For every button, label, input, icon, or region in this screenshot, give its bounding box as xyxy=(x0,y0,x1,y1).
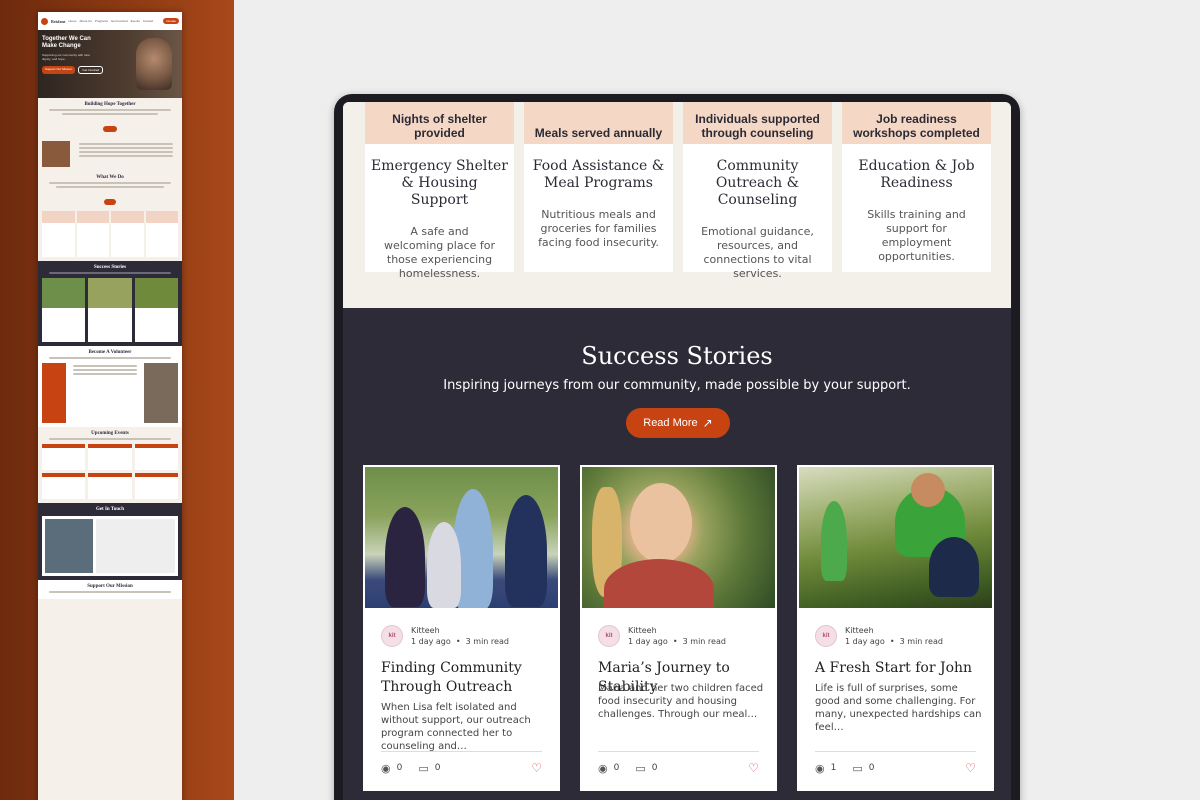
story-excerpt: When Lisa felt isolated and without supp… xyxy=(381,702,531,752)
view-count: 0 xyxy=(613,763,620,773)
thumb-section-title: Upcoming Events xyxy=(91,431,129,436)
program-title: Emergency Shelter & Housing Support xyxy=(371,158,508,208)
story-card[interactable]: kit Kitteeh 1 day ago • 3 min read Maria… xyxy=(580,465,777,791)
program-description: Skills training and support for employme… xyxy=(867,208,966,263)
author-name[interactable]: Kitteeh xyxy=(628,626,726,635)
story-image[interactable] xyxy=(582,467,775,608)
program-description: A safe and welcoming place for those exp… xyxy=(383,225,496,280)
heart-icon[interactable]: ♡ xyxy=(748,761,759,775)
heart-icon[interactable]: ♡ xyxy=(531,761,542,775)
view-count: 1 xyxy=(830,763,837,773)
thumb-section-stories: Success Stories xyxy=(38,261,182,346)
program-stat: Individuals supported through counseling xyxy=(683,102,832,144)
read-more-label: Read More xyxy=(643,417,698,429)
program-stat: Job readiness workshops completed xyxy=(842,102,991,144)
heart-icon[interactable]: ♡ xyxy=(965,761,976,775)
thumb-section-what: What We Do xyxy=(38,171,182,261)
post-time: 1 day ago xyxy=(411,637,451,646)
comment-icon[interactable]: ▭ xyxy=(852,762,862,775)
read-time: 3 min read xyxy=(899,637,943,646)
divider xyxy=(381,751,542,752)
thumb-section-events: Upcoming Events xyxy=(38,427,182,503)
eye-icon: ◉ xyxy=(598,761,608,775)
thumb-nav-link: Get Involved xyxy=(110,19,128,23)
author-avatar[interactable]: kit xyxy=(815,625,837,647)
program-card[interactable]: Individuals supported through counseling… xyxy=(683,102,832,280)
divider xyxy=(815,751,976,752)
thumb-hero: Together We Can Make Change Supporting o… xyxy=(38,30,182,98)
author-name[interactable]: Kitteeh xyxy=(411,626,509,635)
thumb-nav-link: Programs xyxy=(94,19,108,23)
page-thumbnail: Brisfane Home About Us Programs Get Invo… xyxy=(38,12,182,800)
thumb-hero-secondary: Get Involved xyxy=(78,66,104,74)
section-subtitle: Inspiring journeys from our community, m… xyxy=(443,378,911,393)
story-title[interactable]: Finding Community Through Outreach xyxy=(381,659,556,697)
program-stat: Nights of shelter provided xyxy=(365,102,514,144)
thumb-nav: Brisfane Home About Us Programs Get Invo… xyxy=(38,12,182,30)
story-card[interactable]: kit Kitteeh 1 day ago • 3 min read Findi… xyxy=(363,465,560,791)
thumb-section-title: Success Stories xyxy=(93,265,127,270)
comment-icon[interactable]: ▭ xyxy=(635,762,645,775)
thumb-nav-link: Events xyxy=(130,19,140,23)
section-title: Success Stories xyxy=(581,342,773,370)
divider xyxy=(598,751,759,752)
read-more-button[interactable]: Read More ↗ xyxy=(626,408,730,438)
story-title[interactable]: A Fresh Start for John xyxy=(815,659,990,678)
program-title: Education & Job Readiness xyxy=(858,158,975,191)
thumb-brand: Brisfane xyxy=(51,18,66,24)
thumb-section-volunteer: Become A Volunteer xyxy=(38,346,182,427)
program-card[interactable]: Meals served annually Food Assistance & … xyxy=(524,102,673,272)
device-frame: Nights of shelter provided Emergency She… xyxy=(334,94,1020,800)
success-stories-section: Success Stories Inspiring journeys from … xyxy=(343,308,1011,800)
thumb-section-title: Get In Touch xyxy=(95,507,125,512)
thumb-section-title: Support Our Mission xyxy=(87,584,133,589)
author-avatar[interactable]: kit xyxy=(381,625,403,647)
thumb-hero-primary: Support Our Mission xyxy=(42,66,76,74)
comment-count: 0 xyxy=(868,763,875,773)
thumb-section-title: What We Do xyxy=(96,175,124,180)
story-card[interactable]: kit Kitteeh 1 day ago • 3 min read A Fre… xyxy=(797,465,994,791)
eye-icon: ◉ xyxy=(815,761,825,775)
program-title: Food Assistance & Meal Programs xyxy=(532,158,665,191)
eye-icon: ◉ xyxy=(381,761,391,775)
thumb-section-mission: Support Our Mission xyxy=(38,580,182,599)
device-screen: Nights of shelter provided Emergency She… xyxy=(343,102,1011,800)
thumb-section-title: Building Hope Together xyxy=(84,102,136,107)
program-card[interactable]: Nights of shelter provided Emergency She… xyxy=(365,102,514,280)
story-image[interactable] xyxy=(799,467,992,608)
logo-icon xyxy=(41,17,48,25)
thumb-donate-button: Donate xyxy=(163,18,179,24)
story-excerpt: Life is full of surprises, some good and… xyxy=(815,683,982,733)
story-excerpt: Maria and her two children faced food in… xyxy=(598,683,764,720)
program-stat: Meals served annually xyxy=(524,102,673,144)
program-card[interactable]: Job readiness workshops completed Educat… xyxy=(842,102,991,272)
program-title: Community Outreach & Counseling xyxy=(715,158,800,208)
thumb-nav-link: Contact xyxy=(142,19,154,23)
programs-section: Nights of shelter provided Emergency She… xyxy=(343,102,1011,308)
thumb-section-title: Become A Volunteer xyxy=(88,350,132,355)
post-time: 1 day ago xyxy=(628,637,668,646)
program-description: Nutritious meals and groceries for famil… xyxy=(538,208,659,249)
program-description: Emotional guidance, resources, and conne… xyxy=(701,225,814,280)
author-name[interactable]: Kitteeh xyxy=(845,626,943,635)
thumb-nav-link: Home xyxy=(68,19,77,23)
thumb-hero-portrait xyxy=(136,38,172,90)
read-time: 3 min read xyxy=(465,637,509,646)
comment-count: 0 xyxy=(434,763,441,773)
thumb-section-contact: Get In Touch xyxy=(38,503,182,580)
thumb-nav-link: About Us xyxy=(79,19,92,23)
comment-icon[interactable]: ▭ xyxy=(418,762,428,775)
arrow-up-right-icon: ↗ xyxy=(702,416,713,430)
thumb-hero-subtitle: Supporting our community with care, dign… xyxy=(42,53,91,61)
story-image[interactable] xyxy=(365,467,558,608)
left-preview-panel: Brisfane Home About Us Programs Get Invo… xyxy=(0,0,234,800)
thumb-hero-title: Together We Can Make Change xyxy=(42,36,91,49)
comment-count: 0 xyxy=(651,763,658,773)
read-time: 3 min read xyxy=(682,637,726,646)
view-count: 0 xyxy=(396,763,403,773)
thumb-section-building: Building Hope Together xyxy=(38,98,182,171)
thumb-pill xyxy=(103,126,117,132)
author-avatar[interactable]: kit xyxy=(598,625,620,647)
post-time: 1 day ago xyxy=(845,637,885,646)
